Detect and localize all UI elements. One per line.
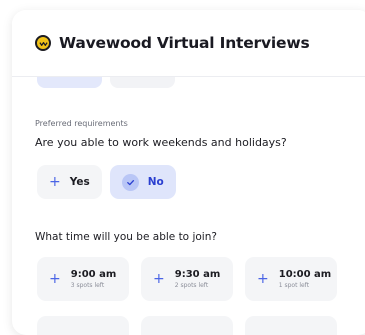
plus-icon: + — [49, 271, 61, 287]
time-slot-grid: + 9:00 am 3 spots left + 9:30 am 2 spots… — [37, 257, 337, 335]
page-title: Wavewood Virtual Interviews — [59, 34, 310, 52]
time-slot-button[interactable]: + 10:00 am 1 spot left — [245, 257, 337, 301]
option-label: Yes — [69, 176, 90, 188]
time-slot-button[interactable]: + 9:30 am 2 spots left — [141, 257, 233, 301]
slot-spots: 3 spots left — [70, 282, 105, 289]
time-slot-button[interactable]: + 9:00 am 3 spots left — [37, 257, 129, 301]
weekend-question: Are you able to work weekends and holida… — [35, 136, 287, 149]
slot-spots: 2 spots left — [174, 282, 209, 289]
option-label: No — [147, 176, 164, 188]
slot-spots: 1 spot left — [278, 282, 310, 289]
slot-time: 9:00 am — [70, 269, 117, 280]
weekend-options: + Yes No — [37, 165, 176, 199]
time-question: What time will you be able to join? — [35, 231, 217, 243]
time-slot-button[interactable] — [37, 316, 129, 335]
time-slot-button[interactable] — [245, 316, 337, 335]
time-slot-button[interactable] — [141, 316, 233, 335]
section-label: Preferred requirements — [35, 119, 128, 128]
slot-time: 10:00 am — [278, 269, 332, 280]
plus-icon: + — [49, 174, 61, 190]
yes-option-button[interactable]: + Yes — [37, 165, 102, 199]
slot-time: 9:30 am — [174, 269, 221, 280]
plus-icon: + — [257, 271, 269, 287]
no-option-button[interactable]: No — [109, 165, 176, 199]
card-header: Wavewood Virtual Interviews — [12, 10, 365, 77]
interview-card: Wavewood Virtual Interviews Preferred re… — [12, 10, 365, 335]
plus-icon: + — [153, 271, 165, 287]
check-icon — [121, 173, 139, 191]
wave-logo-icon — [35, 35, 51, 51]
